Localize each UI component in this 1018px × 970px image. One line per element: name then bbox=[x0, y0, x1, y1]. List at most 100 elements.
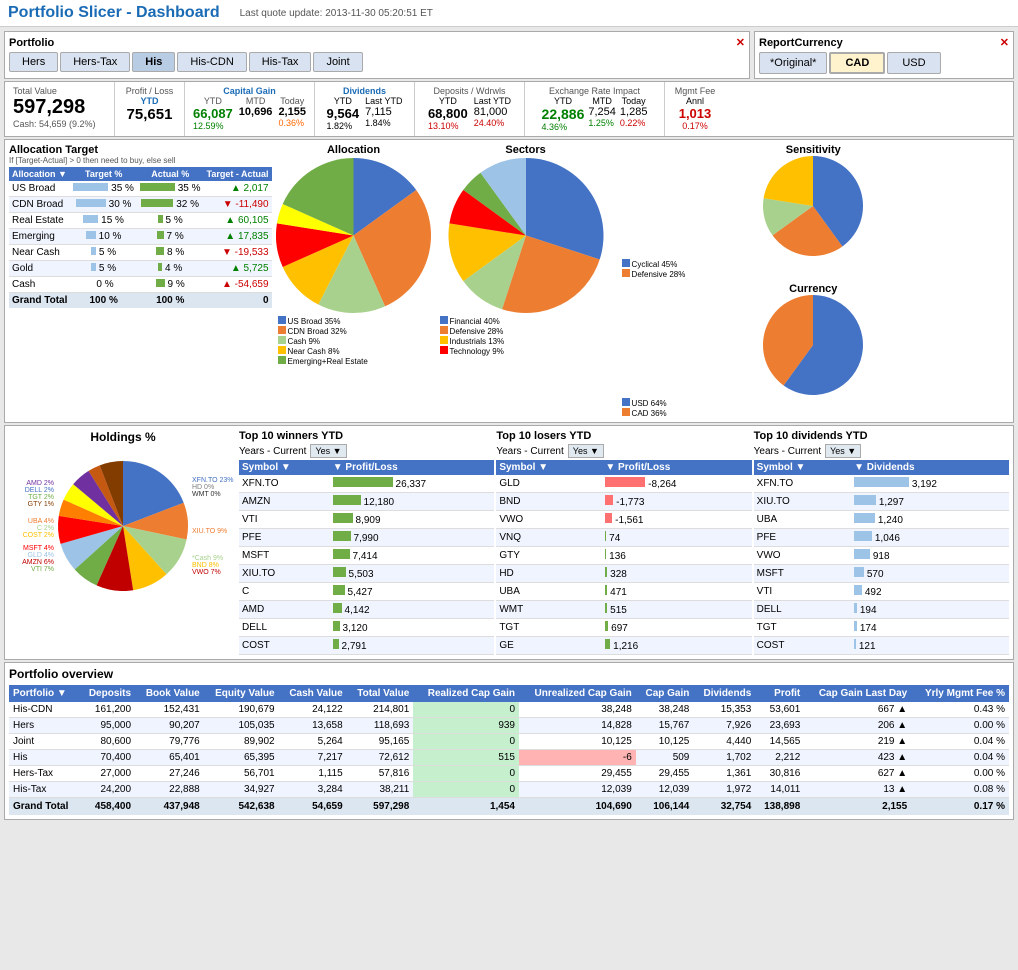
winners-table: Symbol ▼ ▼ Profit/Loss XFN.TO 26,337 AMZ… bbox=[239, 460, 494, 655]
div-col-dividends: ▼ Dividends bbox=[851, 460, 1009, 475]
cg-today-pct: 0.36% bbox=[278, 118, 306, 128]
alloc-target: 10 % bbox=[70, 229, 137, 245]
div-row-vwo: VWO 918 bbox=[754, 547, 1009, 565]
metric-profit-loss: Profit / Loss YTD 75,651 bbox=[115, 82, 185, 136]
report-currency-box: ReportCurrency ✕ *Original* CAD USD bbox=[754, 31, 1014, 79]
dividends-ytd-section: Top 10 dividends YTD Years - Current Yes… bbox=[754, 430, 1009, 655]
profit-loss-label: Profit / Loss bbox=[123, 86, 176, 96]
loser-row-vwo: VWO -1,561 bbox=[496, 511, 751, 529]
cg-ytd-label: YTD bbox=[193, 96, 233, 106]
alloc-target: 15 % bbox=[70, 213, 137, 229]
ov-col-realizedgain: Realized Cap Gain bbox=[413, 685, 519, 702]
winner-row-cost: COST 2,791 bbox=[239, 637, 494, 655]
tab-hers-tax[interactable]: Hers-Tax bbox=[60, 52, 130, 72]
tab-his-cdn[interactable]: His-CDN bbox=[177, 52, 246, 72]
loser-row-vnq: VNQ 74 bbox=[496, 529, 751, 547]
currency-legend: USD 64% CAD 36% bbox=[618, 398, 1009, 418]
alloc-target: 5 % bbox=[70, 261, 137, 277]
alloc-name: Real Estate bbox=[9, 213, 70, 229]
div-row-cost: COST 121 bbox=[754, 637, 1009, 655]
alloc-total-actual: 100 % bbox=[137, 293, 204, 309]
alloc-actual: 35 % bbox=[137, 181, 204, 197]
ex-today-value: 1,285 bbox=[620, 106, 648, 118]
tab-joint[interactable]: Joint bbox=[313, 52, 362, 72]
col-allocation: Allocation ▼ bbox=[9, 167, 70, 181]
div-ytd-value: 9,564 bbox=[327, 106, 360, 121]
report-currency-clear-icon[interactable]: ✕ bbox=[1000, 36, 1009, 49]
alloc-diff: ▲ 2,017 bbox=[204, 181, 272, 197]
winner-row-xfnto: XFN.TO 26,337 bbox=[239, 475, 494, 493]
alloc-row-cdnbroad: CDN Broad 30 % 32 % ▼ -11,490 bbox=[9, 197, 272, 213]
winners-filter-label: Years - Current bbox=[239, 446, 306, 457]
alloc-name: CDN Broad bbox=[9, 197, 70, 213]
tab-hers[interactable]: Hers bbox=[9, 52, 58, 72]
cg-ytd-value: 66,087 bbox=[193, 106, 233, 121]
losers-title: Top 10 losers YTD bbox=[496, 430, 751, 442]
alloc-row-emerging: Emerging 10 % 7 % ▲ 17,835 bbox=[9, 229, 272, 245]
winner-row-pfe: PFE 7,990 bbox=[239, 529, 494, 547]
ov-row-his: His 70,400 65,401 65,395 7,217 72,612 51… bbox=[9, 750, 1009, 766]
loser-row-uba: UBA 471 bbox=[496, 583, 751, 601]
holdings-title: Holdings % bbox=[9, 430, 237, 444]
mgmt-label: Mgmt Fee bbox=[673, 86, 717, 96]
winners-filter-btn[interactable]: Yes ▼ bbox=[310, 444, 346, 458]
alloc-row-usbroad: US Broad 35 % 35 % ▲ 2,017 bbox=[9, 181, 272, 197]
tab-his-tax[interactable]: His-Tax bbox=[249, 52, 312, 72]
tab-usd[interactable]: USD bbox=[887, 52, 940, 74]
dividends-filter-row: Years - Current Yes ▼ bbox=[754, 444, 1009, 458]
app-title: Portfolio Slicer - Dashboard bbox=[8, 4, 220, 22]
metric-dividends: Dividends YTD 9,564 1.82% Last YTD 7,115… bbox=[315, 82, 415, 136]
capital-gain-label: Capital Gain bbox=[193, 86, 306, 96]
holdings-row: Holdings % AMD 2% DELL 2% TGT 2% GTY 1% … bbox=[4, 425, 1014, 660]
losers-filter-btn[interactable]: Yes ▼ bbox=[568, 444, 604, 458]
winner-row-vti: VTI 8,909 bbox=[239, 511, 494, 529]
portfolio-label: Portfolio bbox=[9, 37, 54, 49]
portfolio-tabs: Hers Hers-Tax His His-CDN His-Tax Joint bbox=[9, 52, 745, 72]
losers-ytd-section: Top 10 losers YTD Years - Current Yes ▼ … bbox=[496, 430, 751, 655]
tab-cad[interactable]: CAD bbox=[829, 52, 885, 74]
winner-row-msft: MSFT 7,414 bbox=[239, 547, 494, 565]
alloc-name: Near Cash bbox=[9, 245, 70, 261]
portfolio-box: Portfolio ✕ Hers Hers-Tax His His-CDN Hi… bbox=[4, 31, 750, 79]
winners-ytd-section: Top 10 winners YTD Years - Current Yes ▼… bbox=[239, 430, 494, 655]
ov-col-capgain: Cap Gain bbox=[636, 685, 694, 702]
winners-col-profit: ▼ Profit/Loss bbox=[330, 460, 495, 475]
alloc-diff: ▲ 17,835 bbox=[204, 229, 272, 245]
loser-row-gty: GTY 136 bbox=[496, 547, 751, 565]
portfolio-clear-icon[interactable]: ✕ bbox=[736, 36, 745, 49]
allocation-title: Allocation Target bbox=[9, 144, 98, 156]
ov-row-herstax: Hers-Tax 27,000 27,246 56,701 1,115 57,8… bbox=[9, 766, 1009, 782]
sensitivity-chart: Sensitivity Cyclical 45% Defensive 28% bbox=[618, 144, 1009, 279]
div-lastytd-value: 7,115 bbox=[365, 106, 402, 118]
div-row-dell: DELL 194 bbox=[754, 601, 1009, 619]
winners-title: Top 10 winners YTD bbox=[239, 430, 494, 442]
ex-today-label: Today bbox=[620, 96, 648, 106]
metric-capital-gain: Capital Gain YTD 66,087 12.59% MTD 10,69… bbox=[185, 82, 315, 136]
col-diff: Target - Actual bbox=[204, 167, 272, 181]
portfolio-overview-section: Portfolio overview Portfolio ▼ Deposits … bbox=[4, 662, 1014, 820]
dividends-filter-btn[interactable]: Yes ▼ bbox=[825, 444, 861, 458]
winner-row-dell: DELL 3,120 bbox=[239, 619, 494, 637]
holdings-section: Holdings % AMD 2% DELL 2% TGT 2% GTY 1% … bbox=[9, 430, 237, 655]
ov-row-histax: His-Tax 24,200 22,888 34,927 3,284 38,21… bbox=[9, 782, 1009, 798]
loser-row-wmt: WMT 515 bbox=[496, 601, 751, 619]
dep-ytd-pct: 13.10% bbox=[428, 121, 468, 131]
alloc-total-diff: 0 bbox=[204, 293, 272, 309]
alloc-total-target: 100 % bbox=[70, 293, 137, 309]
alloc-actual: 5 % bbox=[137, 213, 204, 229]
ov-col-unrealizedgain: Unrealized Cap Gain bbox=[519, 685, 636, 702]
alloc-diff: ▲ -54,659 bbox=[204, 277, 272, 293]
tab-his[interactable]: His bbox=[132, 52, 175, 72]
cg-today-label: Today bbox=[278, 96, 306, 106]
ov-row-hers: Hers 95,000 90,207 105,035 13,658 118,69… bbox=[9, 718, 1009, 734]
mgmt-pct: 0.17% bbox=[673, 121, 717, 131]
dividends-ytd-title: Top 10 dividends YTD bbox=[754, 430, 1009, 442]
tab-original[interactable]: *Original* bbox=[759, 52, 827, 74]
div-lastytd-label: Last YTD bbox=[365, 96, 402, 106]
dividends-table: Symbol ▼ ▼ Dividends XFN.TO 3,192 XIU.TO… bbox=[754, 460, 1009, 655]
ex-mtd-pct: 1.25% bbox=[588, 118, 616, 128]
sectors-legend: Financial 40% Defensive 28% Industrials … bbox=[436, 316, 616, 356]
ov-col-lastday: Cap Gain Last Day bbox=[804, 685, 911, 702]
winner-row-c: C 5,427 bbox=[239, 583, 494, 601]
ex-today-pct: 0.22% bbox=[620, 118, 648, 128]
